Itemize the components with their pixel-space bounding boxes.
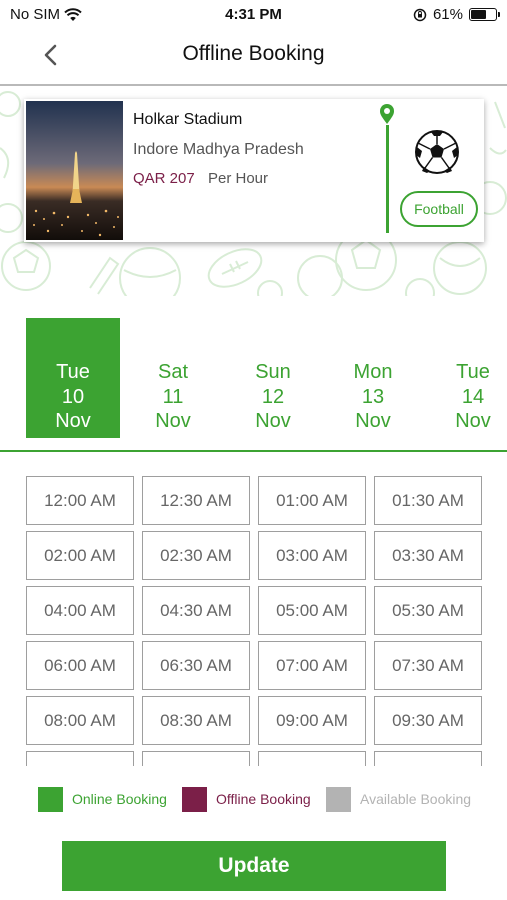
football-icon [415, 130, 459, 174]
orientation-lock-icon [413, 8, 427, 21]
time-slot[interactable]: 09:00 AM [258, 696, 366, 745]
time-slot[interactable]: 05:00 AM [258, 586, 366, 635]
time-slot[interactable]: 08:30 AM [142, 696, 250, 745]
time-slot[interactable]: 11:30 AM [374, 751, 482, 766]
offline-booking-swatch [182, 787, 207, 812]
date-month: Nov [255, 410, 291, 432]
status-bar: No SIM 4:31 PM 61% [0, 0, 507, 30]
stadium-location: Indore Madhya Pradesh [133, 141, 304, 158]
time-slot[interactable]: 12:30 AM [142, 476, 250, 525]
time-slot[interactable]: 05:30 AM [374, 586, 482, 635]
date-date: 14 [461, 385, 485, 408]
time-slot-grid: 12:00 AM 12:30 AM 01:00 AM 01:30 AM 02:00 AM… [26, 476, 482, 766]
time-slot[interactable]: 09:30 AM [374, 696, 482, 745]
time-slot[interactable]: 03:00 AM [258, 531, 366, 580]
stadium-price: QAR 207 [133, 170, 195, 187]
date-day: Mon [353, 361, 393, 383]
online-booking-label: Online Booking [72, 791, 167, 807]
date-date: 10 [61, 385, 85, 408]
date-tab[interactable]: Tue 10 Nov [26, 318, 120, 438]
time-slot[interactable]: 06:00 AM [26, 641, 134, 690]
time-slot[interactable]: 12:00 AM [26, 476, 134, 525]
date-day: Tue [456, 361, 490, 383]
time-slot[interactable]: 06:30 AM [142, 641, 250, 690]
date-day: Sun [255, 361, 291, 383]
battery-icon [469, 8, 500, 21]
date-day: Sat [157, 361, 189, 383]
time-slot[interactable]: 03:30 AM [374, 531, 482, 580]
battery-percent: 61% [432, 6, 463, 23]
stadium-card[interactable]: Holkar Stadium Indore Madhya Pradesh QAR… [24, 99, 484, 242]
offline-booking-label: Offline Booking [216, 791, 311, 807]
date-month: Nov [55, 410, 91, 432]
navigation-bar: Offline Booking [0, 30, 507, 86]
stadium-name: Holkar Stadium [133, 111, 243, 128]
available-booking-label: Available Booking [360, 791, 472, 807]
time-slot[interactable]: 07:30 AM [374, 641, 482, 690]
time-slot[interactable]: 04:00 AM [26, 586, 134, 635]
booking-legend: Online Booking Offline Booking Available… [0, 786, 507, 812]
online-booking-swatch [38, 787, 63, 812]
date-selector: Tue 10 Nov Sat 11 Nov Sun 12 Nov Mon 13 Nov Tue 14 Nov [0, 318, 507, 452]
date-tab[interactable]: Sun 12 Nov [226, 318, 320, 438]
battery-level [471, 10, 486, 19]
time-slot[interactable]: 08:00 AM [26, 696, 134, 745]
price-unit: Per Hour [208, 170, 269, 187]
page-title: Offline Booking [182, 42, 325, 65]
date-month: Nov [155, 410, 191, 432]
available-booking-swatch [326, 787, 351, 812]
date-month: Nov [355, 410, 391, 432]
time-slot[interactable]: 04:30 AM [142, 586, 250, 635]
update-button[interactable]: Update [62, 841, 446, 891]
date-tab[interactable]: Sat 11 Nov [126, 318, 220, 438]
date-tab[interactable]: Tue 14 Nov [426, 318, 507, 438]
time-slot[interactable]: 10:30 AM [142, 751, 250, 766]
date-month: Nov [455, 410, 491, 432]
stadium-photo [26, 101, 123, 240]
card-divider [386, 125, 389, 233]
time-slot[interactable]: 02:30 AM [142, 531, 250, 580]
time-slot[interactable]: 11:00 AM [258, 751, 366, 766]
date-date: 12 [261, 385, 285, 408]
sport-badge[interactable]: Football [400, 191, 478, 227]
time-slot[interactable]: 02:00 AM [26, 531, 134, 580]
time-slot[interactable]: 01:30 AM [374, 476, 482, 525]
time-slot[interactable]: 10:00 AM [26, 751, 134, 766]
date-date: 13 [361, 385, 385, 408]
time-slot[interactable]: 07:00 AM [258, 641, 366, 690]
status-right: 61% [413, 6, 500, 23]
time-slot[interactable]: 01:00 AM [258, 476, 366, 525]
location-pin-icon [380, 104, 394, 124]
date-tab[interactable]: Mon 13 Nov [326, 318, 420, 438]
date-date: 11 [162, 385, 184, 408]
date-day: Tue [56, 361, 90, 383]
